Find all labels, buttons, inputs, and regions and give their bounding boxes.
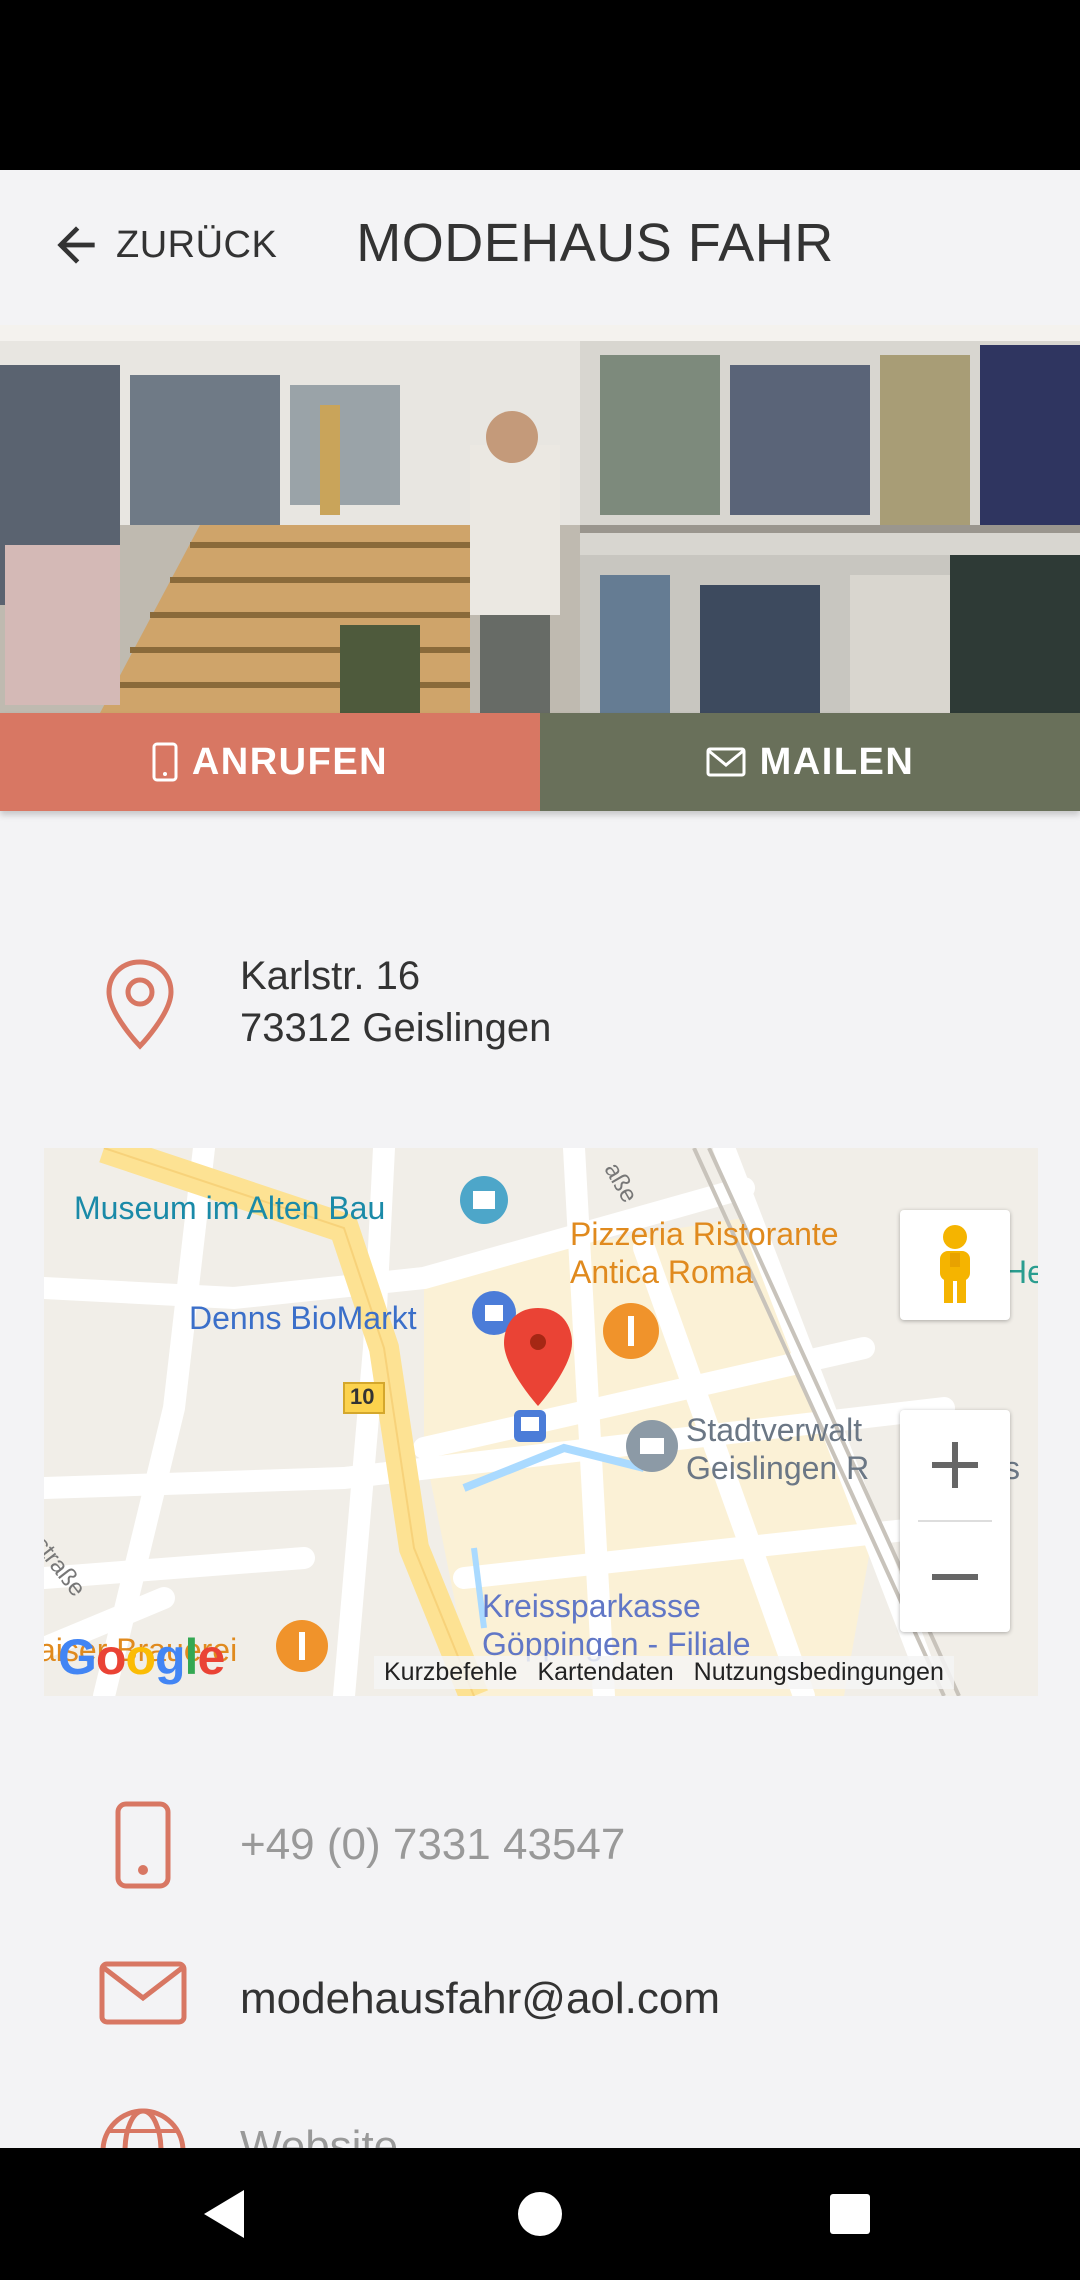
pegman-icon xyxy=(940,1225,970,1303)
email-row[interactable]: modehausfahr@aol.com xyxy=(0,1946,1080,2056)
map-label-kreis-1: Kreissparkasse xyxy=(482,1588,701,1624)
phone-row[interactable]: +49 (0) 7331 43547 xyxy=(0,1790,1080,1900)
zoom-out-button[interactable] xyxy=(900,1522,1010,1632)
map-label-route: 10 xyxy=(350,1384,375,1409)
phone-number: +49 (0) 7331 43547 xyxy=(240,1820,626,1869)
street-view-pegman[interactable] xyxy=(900,1210,1010,1320)
call-label: ANRUFEN xyxy=(191,740,389,783)
mobile-phone-icon xyxy=(115,1801,171,1889)
map-label-museum: Museum im Alten Bau xyxy=(74,1190,386,1226)
system-nav-bar xyxy=(0,2148,1080,2280)
status-bar xyxy=(0,0,1080,170)
map-label-stadt-2: Geislingen R xyxy=(686,1450,870,1486)
address-block: Karlstr. 16 73312 Geislingen xyxy=(0,930,1080,1070)
website-row[interactable]: Website xyxy=(0,2100,1080,2148)
map-label-denns: Denns BioMarkt xyxy=(189,1300,417,1336)
website-link: Website xyxy=(240,2122,399,2148)
app-header: ZURÜCK MODEHAUS FAHR xyxy=(0,170,1080,325)
location-pin-icon xyxy=(106,959,174,1050)
mail-label: MAILEN xyxy=(759,740,915,783)
email-address: modehausfahr@aol.com xyxy=(240,1974,721,2023)
store-photo xyxy=(0,325,1080,713)
envelope-icon xyxy=(99,1961,187,2025)
map-view[interactable]: Museum im Alten Bau Pizzeria Ristorante … xyxy=(44,1148,1038,1696)
zoom-in-button[interactable] xyxy=(900,1410,1010,1520)
envelope-icon xyxy=(706,747,746,777)
mail-button[interactable]: MAILEN xyxy=(540,713,1080,811)
plus-icon xyxy=(932,1442,978,1488)
mobile-phone-icon xyxy=(152,742,178,782)
map-footer: Kurzbefehle Kartendaten Nutzungsbedingun… xyxy=(374,1656,954,1689)
address-street: Karlstr. 16 xyxy=(240,954,421,998)
map-label-pizzeria-1: Pizzeria Ristorante xyxy=(570,1216,839,1252)
zoom-controls xyxy=(900,1410,1010,1632)
map-shortcuts-link[interactable]: Kurzbefehle xyxy=(374,1656,528,1689)
map-terms-link[interactable]: Nutzungsbedingungen xyxy=(683,1656,954,1689)
nav-back-icon[interactable] xyxy=(192,2182,256,2246)
google-logo: Google xyxy=(58,1629,225,1685)
map-label-stadt-1: Stadtverwalt xyxy=(686,1412,863,1448)
action-bar: ANRUFEN MAILEN xyxy=(0,713,1080,811)
call-button[interactable]: ANRUFEN xyxy=(0,713,540,811)
minus-icon xyxy=(932,1574,978,1580)
nav-recents-icon[interactable] xyxy=(818,2182,882,2246)
page-title: MODEHAUS FAHR xyxy=(356,213,834,273)
map-label-pizzeria-2: Antica Roma xyxy=(570,1254,754,1290)
address-city: 73312 Geislingen xyxy=(240,1006,552,1050)
map-data-link[interactable]: Kartendaten xyxy=(527,1656,684,1689)
nav-home-icon[interactable] xyxy=(508,2182,572,2246)
globe-icon xyxy=(100,2108,186,2148)
